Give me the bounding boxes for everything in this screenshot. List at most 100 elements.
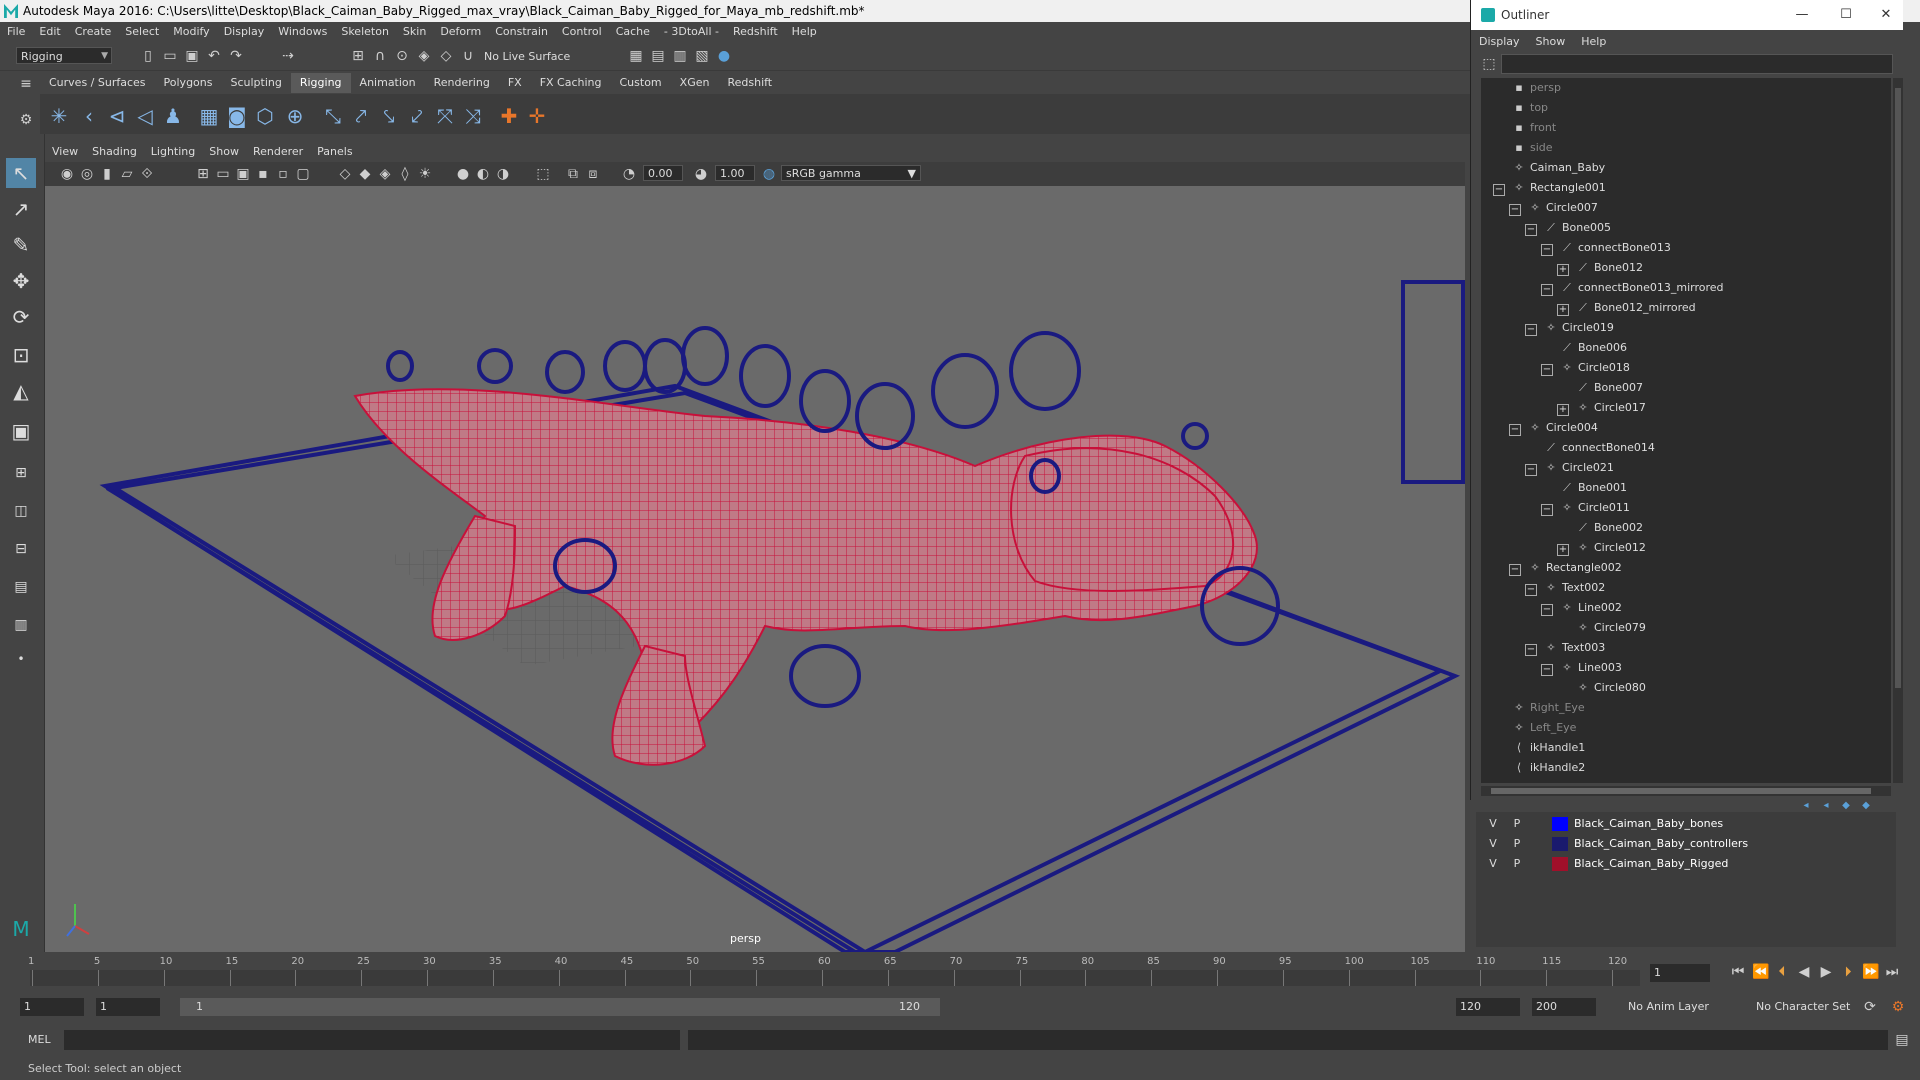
expand-icon[interactable]: +: [1557, 544, 1569, 556]
gate-mask-icon[interactable]: ▪: [255, 166, 271, 182]
outliner-vertical-scrollbar[interactable]: [1893, 78, 1903, 783]
collapse-icon[interactable]: −: [1525, 464, 1537, 476]
live-surface-label[interactable]: No Live Surface: [484, 50, 570, 63]
layer-row[interactable]: V P Black_Caiman_Baby_bones: [1476, 814, 1896, 834]
maya-home-icon[interactable]: M: [6, 914, 36, 944]
layer-color-swatch[interactable]: [1552, 817, 1568, 831]
orient-joint-icon[interactable]: ◁: [132, 105, 158, 127]
outliner-item[interactable]: − ⟋ connectBone013_mirrored: [1541, 278, 1724, 298]
collapse-icon[interactable]: −: [1541, 604, 1553, 616]
smooth-bind-icon[interactable]: ◙: [224, 105, 250, 127]
menu-item[interactable]: Edit: [32, 22, 67, 42]
weight-tool-icon[interactable]: ⤦: [404, 105, 430, 127]
lights-icon[interactable]: ☀: [417, 166, 433, 182]
outliner-item[interactable]: + ⟋ Bone012: [1557, 258, 1643, 278]
select-tool-icon[interactable]: ↖: [6, 158, 36, 188]
snap-surface-icon[interactable]: ◇: [438, 48, 454, 64]
shelf-tab[interactable]: Custom: [611, 73, 671, 93]
layer-visibility-toggle[interactable]: V: [1484, 814, 1502, 834]
viewport-menu-item[interactable]: Renderer: [246, 142, 310, 162]
cluster-icon[interactable]: ⊕: [282, 105, 308, 127]
joint-tool-icon[interactable]: ✳: [46, 105, 72, 127]
command-input[interactable]: [64, 1030, 680, 1050]
shelf-tab[interactable]: Curves / Surfaces: [40, 73, 155, 93]
outliner-item[interactable]: − ✧ Circle004: [1509, 418, 1598, 438]
outliner-item[interactable]: − ⟋ connectBone013: [1541, 238, 1671, 258]
outliner-menu-item[interactable]: Help: [1573, 32, 1614, 52]
outliner-item[interactable]: ⟨ ikHandle1: [1493, 738, 1585, 758]
bookmark-icon[interactable]: ▮: [99, 166, 115, 182]
snap-point-icon[interactable]: ⊙: [394, 48, 410, 64]
field-chart-icon[interactable]: ▫: [275, 166, 291, 182]
parent-constraint-icon[interactable]: ✛: [524, 105, 550, 127]
grid-icon[interactable]: ⊞: [195, 166, 211, 182]
outliner-search-input[interactable]: [1501, 54, 1893, 74]
exposure-icon[interactable]: ◔: [621, 166, 637, 182]
new-scene-icon[interactable]: ▯: [140, 48, 156, 64]
menu-item[interactable]: Redshift: [726, 22, 785, 42]
rotate-tool-icon[interactable]: ⟳: [6, 302, 36, 332]
snap-view-icon[interactable]: ◈: [416, 48, 432, 64]
layout-persp-outliner-icon[interactable]: ▤: [6, 572, 36, 602]
outliner-item[interactable]: − ✧ Line002: [1541, 598, 1622, 618]
camera-select-icon[interactable]: ◉: [59, 166, 75, 182]
preferences-icon[interactable]: ⚙: [1890, 999, 1906, 1015]
open-scene-icon[interactable]: ▭: [162, 48, 178, 64]
insert-joint-icon[interactable]: ‹: [76, 105, 102, 127]
camera-attributes-icon[interactable]: ◎: [79, 166, 95, 182]
outliner-item[interactable]: + ✧ Circle017: [1557, 398, 1646, 418]
shelf-tab[interactable]: Redshift: [718, 73, 781, 93]
hypershade-icon[interactable]: ●: [716, 48, 732, 64]
layout-four-icon[interactable]: ⊟: [6, 534, 36, 564]
step-back-key-icon[interactable]: ⏪: [1752, 964, 1769, 980]
bind-skin-icon[interactable]: ▦: [196, 105, 222, 127]
constraint-orient-icon[interactable]: ⤨: [460, 105, 486, 127]
collapse-icon[interactable]: −: [1525, 644, 1537, 656]
playback-start-field[interactable]: 1: [96, 998, 160, 1016]
outliner-horizontal-scrollbar[interactable]: [1481, 786, 1891, 796]
layer-visibility-toggle[interactable]: V: [1484, 834, 1502, 854]
undo-icon[interactable]: ↶: [206, 48, 222, 64]
outliner-item[interactable]: − ✧ Circle007: [1509, 198, 1598, 218]
menu-item[interactable]: Modify: [166, 22, 216, 42]
go-to-start-icon[interactable]: ⏮: [1730, 964, 1746, 980]
humanik-icon[interactable]: ♟: [160, 105, 186, 127]
outliner-item[interactable]: ▪ side: [1493, 138, 1552, 158]
menu-item[interactable]: Cache: [609, 22, 657, 42]
ipr-render-icon[interactable]: ▥: [672, 48, 688, 64]
auto-key-icon[interactable]: ⟳: [1862, 999, 1878, 1015]
outliner-item[interactable]: ✧ Caiman_Baby: [1493, 158, 1605, 178]
scene-end-field[interactable]: 200: [1532, 998, 1596, 1016]
shelf-tab[interactable]: XGen: [671, 73, 719, 93]
show-manipulator-icon[interactable]: ▣: [6, 416, 36, 446]
ik-spline-icon[interactable]: ⤤: [348, 105, 374, 127]
color-management-icon[interactable]: ◍: [761, 166, 777, 182]
snap-grid-icon[interactable]: ⊞: [350, 48, 366, 64]
gamma-field[interactable]: 1.00: [715, 165, 755, 181]
menu-set-dropdown[interactable]: Rigging ▼: [16, 47, 112, 64]
step-forward-frame-icon[interactable]: ⏵: [1840, 964, 1856, 980]
outliner-item[interactable]: + ⟋ Bone012_mirrored: [1557, 298, 1696, 318]
expand-icon[interactable]: +: [1557, 264, 1569, 276]
paint-select-icon[interactable]: ✎: [6, 230, 36, 260]
layout-two-icon[interactable]: ◫: [6, 496, 36, 526]
outliner-item[interactable]: − ✧ Circle018: [1541, 358, 1630, 378]
collapse-icon[interactable]: −: [1525, 584, 1537, 596]
menu-item[interactable]: Display: [217, 22, 272, 42]
resolution-gate-icon[interactable]: ▣: [235, 166, 251, 182]
script-editor-icon[interactable]: ▤: [1894, 1032, 1910, 1048]
shadows-icon[interactable]: ●: [455, 166, 471, 182]
step-forward-key-icon[interactable]: ⏩: [1862, 964, 1879, 980]
outliner-item[interactable]: ⟋ Bone001: [1541, 478, 1627, 498]
time-slider[interactable]: 1 5 10 15 20 25 30 35 40 45 50 55 60 65 70 75 80 85 90 95 10…: [20, 952, 1640, 990]
outliner-item[interactable]: − ✧ Rectangle002: [1509, 558, 1622, 578]
collapse-icon[interactable]: −: [1541, 244, 1553, 256]
range-slider[interactable]: 1 120: [180, 998, 940, 1016]
lasso-tool-icon[interactable]: ↗: [6, 194, 36, 224]
outliner-item[interactable]: ✧ Circle079: [1557, 618, 1646, 638]
collapse-icon[interactable]: −: [1541, 284, 1553, 296]
outliner-item[interactable]: ▪ persp: [1493, 78, 1561, 98]
outliner-item[interactable]: ▪ front: [1493, 118, 1556, 138]
character-set-dropdown[interactable]: No Character Set: [1756, 998, 1850, 1016]
locator-icon[interactable]: ✚: [496, 105, 522, 127]
